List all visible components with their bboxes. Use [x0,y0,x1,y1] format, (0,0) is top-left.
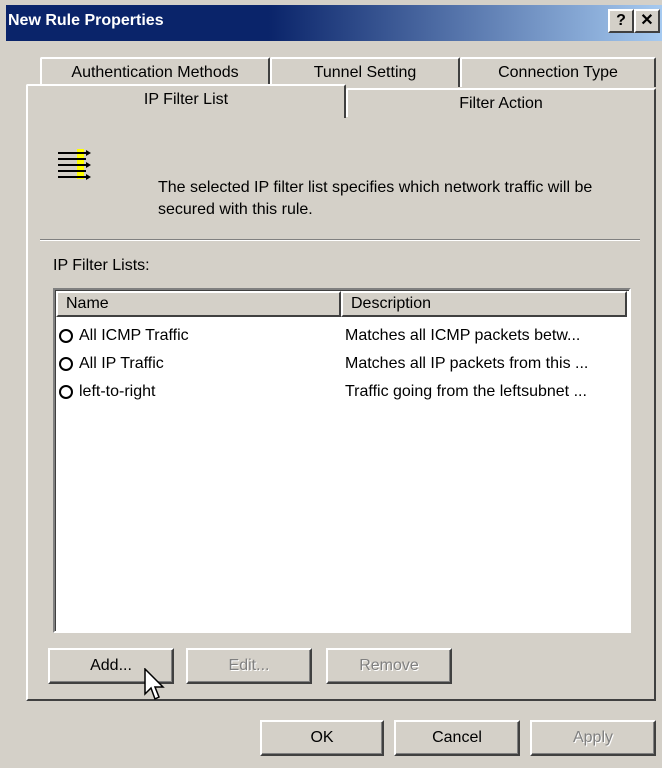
tab-ip-filter-list[interactable]: IP Filter List [26,84,346,118]
list-item[interactable]: left-to-right Traffic going from the lef… [59,380,629,406]
window-title: New Rule Properties [8,12,164,29]
title-bar[interactable]: New Rule Properties ? ✕ [6,5,662,41]
panel-description: The selected IP filter list specifies wh… [158,179,593,218]
apply-button[interactable]: Apply [530,720,656,756]
ip-filter-list-panel: The selected IP filter list specifies wh… [26,117,656,701]
filter-list-icon [58,149,91,180]
ok-button[interactable]: OK [260,720,384,756]
radio-button[interactable] [59,385,73,399]
cancel-button[interactable]: Cancel [394,720,520,756]
edit-button[interactable]: Edit... [186,648,312,684]
ip-filter-lists-label: IP Filter Lists: [53,257,150,274]
list-item-description: Matches all IP packets from this ... [345,355,589,372]
help-button[interactable]: ? [608,9,634,33]
list-item-name: left-to-right [79,383,156,400]
list-item-description: Traffic going from the leftsubnet ... [345,383,587,400]
ip-filter-listbox[interactable]: Name Description All ICMP Traffic Matche… [53,288,631,633]
remove-button[interactable]: Remove [326,648,452,684]
radio-button[interactable] [59,329,73,343]
tab-authentication-methods[interactable]: Authentication Methods [40,57,270,87]
list-item[interactable]: All IP Traffic Matches all IP packets fr… [59,352,629,378]
mouse-pointer-icon [144,668,165,701]
close-button[interactable]: ✕ [634,9,660,33]
tab-connection-type[interactable]: Connection Type [460,57,656,87]
tab-tunnel-setting[interactable]: Tunnel Setting [270,57,460,87]
tab-filter-action[interactable]: Filter Action [346,88,656,118]
column-header-name[interactable]: Name [56,291,341,317]
list-item-name: All ICMP Traffic [79,327,189,344]
list-item-name: All IP Traffic [79,355,164,372]
list-item[interactable]: All ICMP Traffic Matches all ICMP packet… [59,324,629,350]
radio-button[interactable] [59,357,73,371]
dialog-window: New Rule Properties ? ✕ Authentication M… [0,0,662,768]
column-header-description[interactable]: Description [341,291,627,317]
separator [40,239,640,241]
list-item-description: Matches all ICMP packets betw... [345,327,581,344]
